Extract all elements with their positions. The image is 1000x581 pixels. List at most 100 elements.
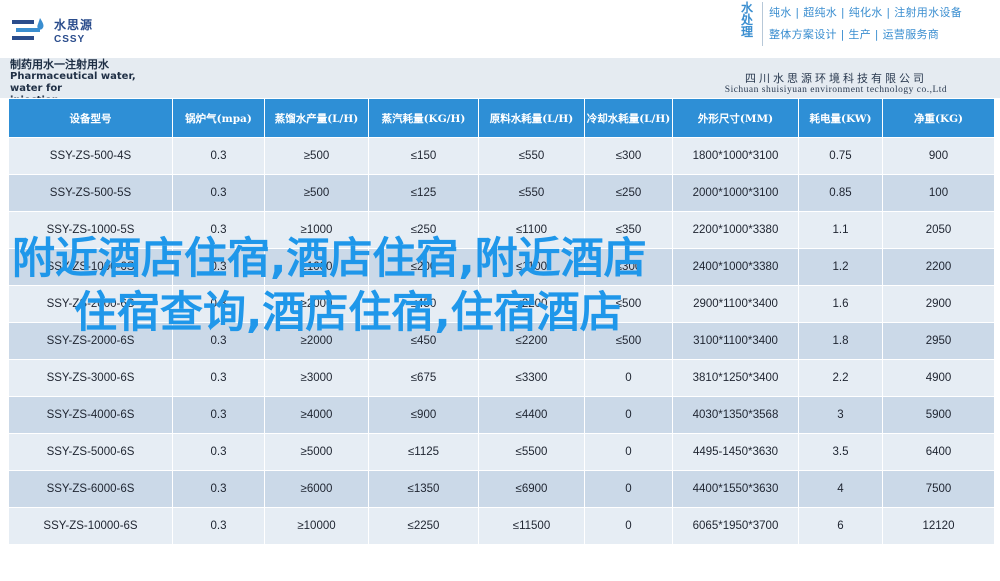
cell-model: SSY-ZS-6000-6S [8, 470, 173, 508]
col-header-feed-water: 原料水耗量(L/H) [478, 98, 585, 138]
cell-model: SSY-ZS-3000-6S [8, 359, 173, 397]
cell-distilled-output: ≥4000 [264, 396, 369, 434]
cell-dimensions: 2000*1000*3100 [672, 174, 799, 212]
cell-distilled-output: ≥2000 [264, 322, 369, 360]
cell-distilled-output: ≥6000 [264, 470, 369, 508]
cell-feed-water: ≤1100 [478, 211, 585, 249]
cell-distilled-output: ≥10000 [264, 507, 369, 545]
table-row: SSY-ZS-10000-6S 0.3 ≥10000 ≤2250 ≤11500 0 6065… [8, 507, 995, 545]
cell-net-weight: 6400 [882, 433, 995, 471]
cell-net-weight: 2050 [882, 211, 995, 249]
cell-dimensions: 6065*1950*3700 [672, 507, 799, 545]
cell-net-weight: 2200 [882, 248, 995, 286]
cell-boiler-pressure: 0.3 [172, 507, 265, 545]
cell-steam-consumption: ≤2250 [368, 507, 479, 545]
cell-net-weight: 7500 [882, 470, 995, 508]
cell-boiler-pressure: 0.3 [172, 211, 265, 249]
cell-cooling-water: 0 [584, 433, 673, 471]
cell-model: SSY-ZS-4000-6S [8, 396, 173, 434]
col-header-cooling-water: 冷却水耗量(L/H) [584, 98, 673, 138]
cell-power: 2.2 [798, 359, 883, 397]
table-row: SSY-ZS-2000-6S 0.3 ≥2000 ≤450 ≤2200 ≤500 2900*… [8, 285, 995, 323]
cell-steam-consumption: ≤450 [368, 322, 479, 360]
cell-boiler-pressure: 0.3 [172, 322, 265, 360]
cell-net-weight: 100 [882, 174, 995, 212]
table-row: SSY-ZS-500-4S 0.3 ≥500 ≤150 ≤550 ≤300 1800*100… [8, 137, 995, 175]
cell-model: SSY-ZS-5000-6S [8, 433, 173, 471]
cell-feed-water: ≤4400 [478, 396, 585, 434]
cell-boiler-pressure: 0.3 [172, 433, 265, 471]
cell-dimensions: 1800*1000*3100 [672, 137, 799, 175]
cell-steam-consumption: ≤150 [368, 137, 479, 175]
cell-feed-water: ≤11500 [478, 507, 585, 545]
cell-net-weight: 12120 [882, 507, 995, 545]
cell-power: 1.2 [798, 248, 883, 286]
cell-steam-consumption: ≤1125 [368, 433, 479, 471]
col-header-net-weight: 净重(KG) [882, 98, 995, 138]
cell-cooling-water: ≤500 [584, 322, 673, 360]
cell-cooling-water: ≤500 [584, 285, 673, 323]
water-treatment-vertical-label: 水处理 [740, 1, 753, 39]
cell-dimensions: 2200*1000*3380 [672, 211, 799, 249]
cell-power: 3.5 [798, 433, 883, 471]
cell-boiler-pressure: 0.3 [172, 396, 265, 434]
cell-cooling-water: ≤350 [584, 211, 673, 249]
company-name-en: Sichuan shuisiyuan environment technolog… [724, 85, 948, 95]
col-header-boiler-pressure: 锅炉气(mpa) [172, 98, 265, 138]
cell-power: 4 [798, 470, 883, 508]
table-body: SSY-ZS-500-4S 0.3 ≥500 ≤150 ≤550 ≤300 1800*100… [8, 137, 995, 545]
logo-cn-text: 水思源 [54, 18, 94, 32]
logo-en-text: CSSY [54, 34, 86, 45]
cell-model: SSY-ZS-1000-5S [8, 211, 173, 249]
table-row: SSY-ZS-1000-5S 0.3 ≥1000 ≤250 ≤1100 ≤350 2200*… [8, 211, 995, 249]
cell-boiler-pressure: 0.3 [172, 137, 265, 175]
cell-cooling-water: 0 [584, 507, 673, 545]
cell-cooling-water: ≤250 [584, 174, 673, 212]
company-logo[interactable]: 水思源 CSSY [10, 12, 130, 52]
slogan-line-2: 整体方案设计 | 生产 | 运营服务商 [769, 28, 940, 41]
table-row: SSY-ZS-5000-6S 0.3 ≥5000 ≤1125 ≤5500 0 4495-14… [8, 433, 995, 471]
water-drop-logo-icon [12, 18, 44, 40]
cell-net-weight: 2900 [882, 285, 995, 323]
cell-distilled-output: ≥1000 [264, 248, 369, 286]
cell-boiler-pressure: 0.3 [172, 248, 265, 286]
document-title-en-1: Pharmaceutical water, water for [10, 71, 136, 94]
cell-steam-consumption: ≤200 [368, 248, 479, 286]
cell-dimensions: 4495-1450*3630 [672, 433, 799, 471]
cell-distilled-output: ≥500 [264, 137, 369, 175]
cell-steam-consumption: ≤450 [368, 285, 479, 323]
cell-model: SSY-ZS-10000-6S [8, 507, 173, 545]
cell-dimensions: 4030*1350*3568 [672, 396, 799, 434]
cell-distilled-output: ≥500 [264, 174, 369, 212]
cell-cooling-water: ≤300 [584, 137, 673, 175]
cell-power: 1.6 [798, 285, 883, 323]
cell-power: 6 [798, 507, 883, 545]
table-row: SSY-ZS-4000-6S 0.3 ≥4000 ≤900 ≤4400 0 4030*135… [8, 396, 995, 434]
cell-net-weight: 900 [882, 137, 995, 175]
cell-power: 0.75 [798, 137, 883, 175]
cell-distilled-output: ≥5000 [264, 433, 369, 471]
col-header-power: 耗电量(KW) [798, 98, 883, 138]
cell-feed-water: ≤1100 [478, 248, 585, 286]
cell-power: 3 [798, 396, 883, 434]
cell-net-weight: 4900 [882, 359, 995, 397]
cell-net-weight: 5900 [882, 396, 995, 434]
cell-boiler-pressure: 0.3 [172, 359, 265, 397]
cell-dimensions: 4400*1550*3630 [672, 470, 799, 508]
cell-power: 0.85 [798, 174, 883, 212]
cell-steam-consumption: ≤900 [368, 396, 479, 434]
cell-cooling-water: 0 [584, 359, 673, 397]
cell-cooling-water: ≤300 [584, 248, 673, 286]
cell-feed-water: ≤550 [478, 137, 585, 175]
table-row: SSY-ZS-1000-6S 0.3 ≥1000 ≤200 ≤1100 ≤300 2400*… [8, 248, 995, 286]
col-header-steam-consumption: 蒸汽耗量(KG/H) [368, 98, 479, 138]
cell-feed-water: ≤5500 [478, 433, 585, 471]
cell-distilled-output: ≥1000 [264, 211, 369, 249]
cell-power: 1.1 [798, 211, 883, 249]
cell-model: SSY-ZS-500-5S [8, 174, 173, 212]
cell-power: 1.8 [798, 322, 883, 360]
col-header-distilled-output: 蒸馏水产量(L/H) [264, 98, 369, 138]
document-title-cn: 制药用水一注射用水 [10, 58, 109, 71]
cell-feed-water: ≤2200 [478, 322, 585, 360]
table-row: SSY-ZS-2000-6S 0.3 ≥2000 ≤450 ≤2200 ≤500 3100*… [8, 322, 995, 360]
